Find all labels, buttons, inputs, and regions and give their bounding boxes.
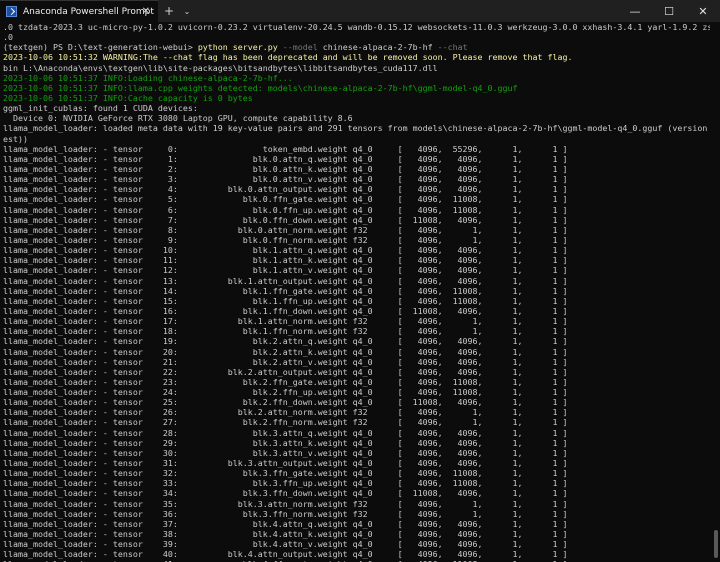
tensor-line: llama_model_loader: - tensor 6: blk.0.ff…	[3, 204, 568, 215]
tensor-line: llama_model_loader: - tensor 1: blk.0.at…	[3, 153, 568, 164]
tensor-line: llama_model_loader: - tensor 31: blk.3.a…	[3, 458, 568, 469]
tensor-line: llama_model_loader: - tensor 23: blk.2.f…	[3, 376, 568, 387]
tensor-line: llama_model_loader: - tensor 38: blk.4.a…	[3, 529, 568, 540]
tensor-line: llama_model_loader: - tensor 32: blk.3.f…	[3, 468, 568, 479]
tensor-line: llama_model_loader: - tensor 0: token_em…	[3, 143, 568, 154]
tensor-line: llama_model_loader: - tensor 20: blk.2.a…	[3, 346, 568, 357]
prompt-line: (textgen) PS D:\text-generation-webui> p…	[3, 42, 710, 52]
tensor-line: llama_model_loader: - tensor 3: blk.0.at…	[3, 174, 568, 185]
tensor-line: llama_model_loader: - tensor 8: blk.0.at…	[3, 224, 568, 235]
warning-line: 2023-10-06 10:51:32 WARNING:The --chat f…	[3, 52, 573, 63]
output-line: ggml_init_cublas: found 1 CUDA devices:	[3, 103, 198, 114]
tab-close-icon[interactable]: ✕	[142, 6, 150, 17]
tensor-line: llama_model_loader: - tensor 28: blk.3.a…	[3, 427, 568, 438]
tensor-line: llama_model_loader: - tensor 34: blk.3.f…	[3, 488, 568, 499]
close-button[interactable]: ✕	[686, 0, 720, 22]
tensor-line: llama_model_loader: - tensor 40: blk.4.a…	[3, 549, 568, 560]
tensor-line: llama_model_loader: - tensor 37: blk.4.a…	[3, 518, 568, 529]
tensor-line: llama_model_loader: - tensor 15: blk.1.f…	[3, 295, 568, 306]
tensor-line: llama_model_loader: - tensor 22: blk.2.a…	[3, 366, 568, 377]
prompt-flag: --chat	[432, 42, 468, 53]
title-bar: Anaconda Powershell Prompt ✕ + ⌄ — ☐ ✕	[0, 0, 720, 22]
tensor-line: llama_model_loader: - tensor 14: blk.1.f…	[3, 285, 568, 296]
tensor-line: llama_model_loader: - tensor 2: blk.0.at…	[3, 163, 568, 174]
tensor-line: llama_model_loader: - tensor 12: blk.1.a…	[3, 265, 568, 276]
tensor-line: llama_model_loader: - tensor 11: blk.1.a…	[3, 255, 568, 266]
scrollbar-thumb[interactable]	[714, 530, 718, 558]
output-line: bin L:\Anaconda\envs\textgen\lib\site-pa…	[3, 62, 438, 73]
tensor-line: llama_model_loader: - tensor 13: blk.1.a…	[3, 275, 568, 286]
minimize-button[interactable]: —	[618, 0, 652, 22]
tensor-line: llama_model_loader: - tensor 27: blk.2.f…	[3, 417, 568, 428]
maximize-button[interactable]: ☐	[652, 0, 686, 22]
info-line: 2023-10-06 10:51:37 INFO:Loading chinese…	[3, 72, 293, 83]
output-line: Device 0: NVIDIA GeForce RTX 3080 Laptop…	[3, 113, 353, 124]
output-line: .0	[3, 32, 13, 43]
prompt-args: --model	[277, 42, 323, 53]
tensor-line: llama_model_loader: - tensor 30: blk.3.a…	[3, 447, 568, 458]
title-bar-drag-region[interactable]	[194, 0, 618, 22]
tensor-line: llama_model_loader: - tensor 7: blk.0.ff…	[3, 214, 568, 225]
tensor-line: llama_model_loader: - tensor 16: blk.1.f…	[3, 305, 568, 316]
output-line: est))	[3, 133, 28, 144]
new-tab-button[interactable]: +	[158, 0, 180, 22]
tensor-line: llama_model_loader: - tensor 19: blk.2.a…	[3, 336, 568, 347]
tensor-line: llama_model_loader: - tensor 24: blk.2.f…	[3, 387, 568, 398]
tensor-line: llama_model_loader: - tensor 5: blk.0.ff…	[3, 194, 568, 205]
tensor-line: llama_model_loader: - tensor 9: blk.0.ff…	[3, 234, 568, 245]
tensor-line: llama_model_loader: - tensor 35: blk.3.a…	[3, 498, 568, 509]
prompt-model: chinese-alpaca-2-7b-hf	[322, 42, 433, 53]
tensor-line: llama_model_loader: - tensor 26: blk.2.a…	[3, 407, 568, 418]
info-line: 2023-10-06 10:51:37 INFO:llama.cpp weigh…	[3, 82, 518, 93]
tensor-line: llama_model_loader: - tensor 29: blk.3.a…	[3, 437, 568, 448]
tensor-line: llama_model_loader: - tensor 4: blk.0.at…	[3, 184, 568, 195]
tab-title: Anaconda Powershell Prompt	[23, 6, 154, 17]
tab-anaconda-powershell[interactable]: Anaconda Powershell Prompt ✕	[0, 0, 158, 22]
output-line: .0 tzdata-2023.3 uc-micro-py-1.0.2 uvico…	[3, 22, 710, 32]
tensor-line: llama_model_loader: - tensor 25: blk.2.f…	[3, 397, 568, 408]
tensor-line: llama_model_loader: - tensor 17: blk.1.a…	[3, 316, 568, 327]
tensor-line: llama_model_loader: - tensor 10: blk.1.a…	[3, 245, 568, 256]
output-line: llama_model_loader: loaded meta data wit…	[3, 123, 710, 134]
prompt-prefix: (textgen) PS D:\text-generation-webui>	[3, 42, 198, 53]
tensor-line: llama_model_loader: - tensor 36: blk.3.f…	[3, 508, 568, 519]
tensor-list: llama_model_loader: - tensor 0: token_em…	[3, 144, 710, 562]
scrollbar[interactable]	[710, 22, 720, 562]
tab-dropdown-button[interactable]: ⌄	[180, 0, 194, 22]
terminal-window: Anaconda Powershell Prompt ✕ + ⌄ — ☐ ✕ .…	[0, 0, 720, 562]
prompt-command: python server.py	[197, 42, 278, 53]
tensor-line: llama_model_loader: - tensor 39: blk.4.a…	[3, 539, 568, 550]
info-line: 2023-10-06 10:51:37 INFO:Cache capacity …	[3, 92, 253, 103]
tensor-line: llama_model_loader: - tensor 33: blk.3.f…	[3, 478, 568, 489]
tensor-line: llama_model_loader: - tensor 21: blk.2.a…	[3, 356, 568, 367]
powershell-icon	[6, 6, 17, 17]
terminal-output[interactable]: .0 tzdata-2023.3 uc-micro-py-1.0.2 uvico…	[0, 22, 710, 562]
tensor-line: llama_model_loader: - tensor 18: blk.1.f…	[3, 326, 568, 337]
